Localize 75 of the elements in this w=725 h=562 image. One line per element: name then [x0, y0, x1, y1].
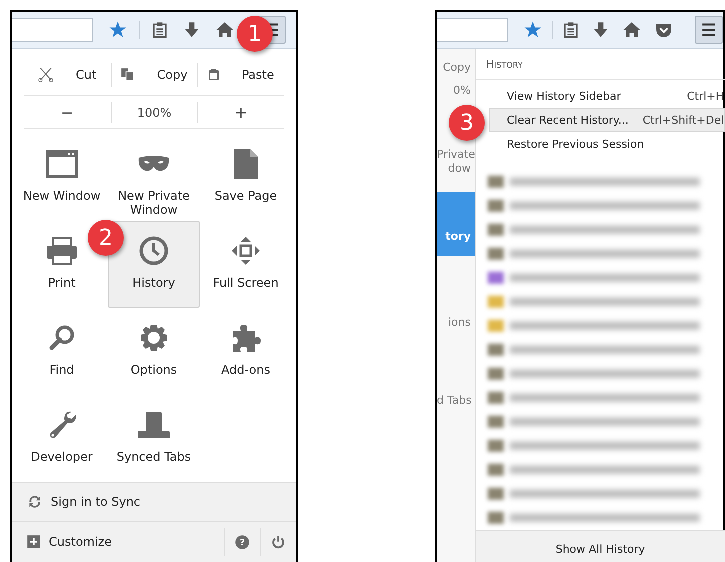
history-menu-item[interactable]: Clear Recent History... Ctrl+Shift+Del	[489, 108, 725, 132]
sync-arrows-icon	[27, 494, 43, 510]
history-menu-item[interactable]: View History Sidebar Ctrl+H	[489, 84, 725, 108]
wrench-icon	[47, 410, 77, 440]
history-header: History	[476, 49, 725, 80]
clock-icon	[139, 236, 169, 266]
clipboard-list-icon	[563, 21, 579, 39]
power-icon	[271, 534, 286, 550]
scissors-icon	[38, 67, 54, 83]
menu-item[interactable]: Full Screen	[200, 221, 292, 308]
blurred-history-entry[interactable]	[510, 322, 700, 330]
edit-button[interactable]: Cut	[76, 68, 97, 82]
side-menu-item[interactable]: d Tabs	[437, 394, 475, 408]
shield-chevron-icon	[655, 21, 673, 39]
plus-square-icon	[27, 535, 41, 549]
down-arrow-icon	[184, 21, 200, 39]
zoom-in-button[interactable]: +	[197, 102, 284, 123]
puzzle-piece-icon	[230, 323, 262, 353]
step-badge: 2	[88, 220, 124, 256]
edit-button[interactable]: Copy	[157, 68, 188, 82]
menu-item[interactable]: Synced Tabs	[108, 395, 200, 482]
blurred-history-entry[interactable]	[510, 394, 700, 402]
search-icon	[49, 325, 75, 351]
printer-icon	[46, 237, 78, 265]
menu-item[interactable]: Options	[108, 308, 200, 395]
side-menu-item[interactable]: Copy	[437, 61, 475, 75]
blurred-history-entry[interactable]	[510, 178, 700, 186]
edit-button[interactable]: Paste	[242, 68, 274, 82]
sign-in-button[interactable]: Sign in to Sync	[27, 494, 141, 510]
zoom-reset-button[interactable]: 100%	[110, 102, 198, 123]
blurred-history-entry[interactable]	[510, 370, 700, 378]
settings-icon	[140, 324, 168, 352]
star-icon	[524, 21, 542, 39]
home-icon	[216, 21, 234, 39]
blurred-history-entry[interactable]	[510, 418, 700, 426]
menu-item[interactable]: Find	[16, 308, 108, 395]
side-menu-item[interactable]: 0%	[437, 84, 475, 98]
menu-icon	[701, 23, 717, 37]
side-menu-item[interactable]: Private dow	[437, 148, 475, 176]
menu-item[interactable]: Developer	[16, 395, 108, 482]
blurred-history-entry[interactable]	[510, 250, 700, 258]
zoom-out-button[interactable]: −	[24, 102, 111, 123]
menu-item[interactable]: Add-ons	[200, 308, 292, 395]
side-menu-item[interactable]: ions	[437, 316, 475, 330]
clipboard-icon	[208, 68, 220, 82]
show-all-history-button[interactable]: Show All History	[476, 530, 725, 562]
mask-icon	[138, 155, 170, 173]
down-arrow-icon	[593, 21, 609, 39]
blurred-history-entry[interactable]	[510, 274, 700, 282]
address-field[interactable]	[12, 18, 93, 42]
star-icon	[109, 21, 127, 39]
help-icon: ?	[235, 534, 250, 550]
blurred-history-entry[interactable]	[510, 346, 700, 354]
clipboard-list-icon	[152, 21, 168, 39]
blurred-history-entry[interactable]	[510, 466, 700, 474]
fullscreen-arrows-icon	[231, 236, 261, 266]
blurred-history-entry[interactable]	[510, 490, 700, 498]
help-button[interactable]: ?	[224, 528, 260, 556]
address-field[interactable]	[437, 18, 508, 42]
blurred-history-entry[interactable]	[510, 226, 700, 234]
window-icon	[46, 150, 78, 178]
menu-item[interactable]: New Private Window	[108, 134, 200, 221]
menu-item[interactable]: New Window	[16, 134, 108, 221]
copy-pages-icon	[121, 68, 136, 82]
document-icon	[234, 149, 258, 179]
home-icon	[623, 21, 641, 39]
blurred-history-entry[interactable]	[510, 514, 700, 522]
synced-tabs-icon	[138, 412, 170, 438]
history-menu-item[interactable]: Restore Previous Session	[489, 132, 725, 156]
menu-button[interactable]	[695, 16, 723, 44]
blurred-history-entry[interactable]	[510, 298, 700, 306]
customize-button[interactable]: Customize	[27, 535, 112, 549]
blurred-history-entry[interactable]	[510, 442, 700, 450]
menu-item[interactable]: Save Page	[200, 134, 292, 221]
blurred-history-entry[interactable]	[510, 202, 700, 210]
